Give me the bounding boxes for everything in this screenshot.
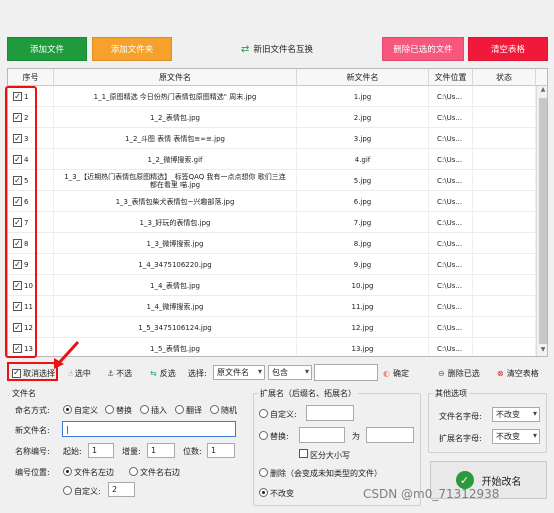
select-button[interactable]: ☝ 选中 bbox=[68, 363, 91, 383]
match-op-select[interactable]: 包含 bbox=[268, 365, 312, 380]
position-left-radio[interactable]: 文件名左边 bbox=[63, 467, 114, 478]
start-input[interactable]: 1 bbox=[88, 443, 114, 458]
increment-input[interactable]: 1 bbox=[147, 443, 175, 458]
confirm-button[interactable]: ◐ 确定 bbox=[383, 363, 409, 383]
filename-case-select[interactable]: 不改变 bbox=[492, 407, 540, 422]
increment-label: 增量: bbox=[122, 447, 141, 456]
numbering-label: 名称编号: bbox=[15, 447, 50, 456]
radio-icon bbox=[63, 486, 72, 495]
anchor-icon: ⚓ bbox=[107, 368, 115, 378]
ext-keep-radio[interactable]: 不改变 bbox=[259, 488, 294, 499]
mode-insert-radio[interactable]: 插入 bbox=[140, 405, 167, 416]
clear-button[interactable]: ⊗ 清空表格 bbox=[497, 363, 539, 383]
new-filename-input[interactable]: | bbox=[62, 421, 236, 437]
filename-section-title: 文件名 bbox=[12, 389, 36, 398]
other-options-section: 其他选项 bbox=[428, 388, 547, 453]
unselect-button[interactable]: ⚓ 不选 bbox=[107, 363, 132, 383]
ext-replace-from-input[interactable] bbox=[299, 427, 345, 443]
ext-custom-radio[interactable]: 自定义: bbox=[259, 409, 297, 420]
number-position-label: 编号位置: bbox=[15, 468, 50, 477]
confirm-icon: ◐ bbox=[383, 368, 390, 378]
mode-translate-radio[interactable]: 翻译 bbox=[175, 405, 202, 416]
radio-icon bbox=[63, 467, 72, 476]
mode-random-radio[interactable]: 随机 bbox=[210, 405, 237, 416]
start-label: 起始: bbox=[63, 447, 82, 456]
invert-button[interactable]: ⇆ 反选 bbox=[150, 363, 176, 383]
radio-icon bbox=[259, 431, 268, 440]
hand-icon: ☝ bbox=[68, 368, 73, 378]
radio-icon bbox=[175, 405, 184, 414]
extension-case-label: 扩展名字母: bbox=[439, 434, 482, 443]
delete-selected-button[interactable]: ⊖ 删除已选 bbox=[438, 363, 480, 383]
ext-replace-to-input[interactable] bbox=[366, 427, 414, 443]
mode-custom-radio[interactable]: 自定义 bbox=[63, 405, 98, 416]
delete-icon: ⊖ bbox=[438, 368, 445, 378]
new-filename-label: 新文件名: bbox=[15, 426, 50, 435]
ext-case-checkbox[interactable]: 区分大小写 bbox=[299, 449, 350, 461]
choose-label: 选择: bbox=[188, 369, 207, 378]
digits-input[interactable]: 1 bbox=[207, 443, 235, 458]
radio-icon bbox=[140, 405, 149, 414]
radio-icon bbox=[129, 467, 138, 476]
ext-remove-radio[interactable]: 删除（会变成未知类型的文件） bbox=[259, 468, 382, 479]
ext-custom-input[interactable] bbox=[306, 405, 354, 421]
extension-case-select[interactable]: 不改变 bbox=[492, 429, 540, 444]
invert-icon: ⇆ bbox=[150, 368, 157, 378]
custom-position-input[interactable]: 2 bbox=[108, 482, 135, 497]
digits-label: 位数: bbox=[183, 447, 202, 456]
radio-icon bbox=[210, 405, 219, 414]
radio-icon bbox=[63, 405, 72, 414]
radio-icon bbox=[259, 468, 268, 477]
naming-mode-label: 命名方式: bbox=[15, 406, 50, 415]
radio-icon bbox=[105, 405, 114, 414]
position-custom-radio[interactable]: 自定义: bbox=[63, 486, 101, 497]
choose-mode-select[interactable]: 原文件名 bbox=[213, 365, 265, 380]
filename-case-label: 文件名字母: bbox=[439, 412, 482, 421]
ext-as-label: 为 bbox=[352, 432, 360, 441]
checkbox-icon bbox=[299, 449, 308, 458]
clear-icon: ⊗ bbox=[497, 368, 504, 378]
watermark: CSDN @m0_71312938 bbox=[363, 487, 500, 501]
deselect-button[interactable]: ✓ 取消选择 bbox=[12, 363, 55, 383]
radio-icon bbox=[259, 409, 268, 418]
position-right-radio[interactable]: 文件名右边 bbox=[129, 467, 180, 478]
extension-section-title: 扩展名（后缀名、拓展名） bbox=[258, 388, 358, 399]
ext-replace-radio[interactable]: 替换: bbox=[259, 431, 289, 442]
mode-replace-radio[interactable]: 替换 bbox=[105, 405, 132, 416]
match-text-input[interactable] bbox=[314, 364, 378, 381]
other-options-title: 其他选项 bbox=[433, 388, 469, 399]
deselect-checkbox-icon: ✓ bbox=[12, 368, 21, 378]
radio-icon bbox=[259, 488, 268, 497]
